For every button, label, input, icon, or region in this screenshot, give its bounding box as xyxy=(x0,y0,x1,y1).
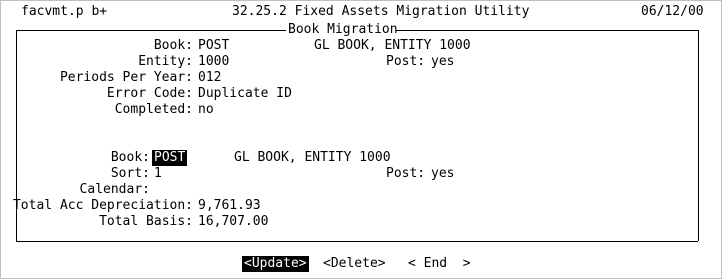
periods-value: 012 xyxy=(198,70,222,85)
book-field-description: GL BOOK, ENTITY 1000 xyxy=(234,150,391,165)
frame-bottom-border xyxy=(16,241,698,242)
post-field-label: Post: xyxy=(386,166,426,181)
book-description: GL BOOK, ENTITY 1000 xyxy=(314,38,471,53)
total-acc-depreciation-value: 9,761.93 xyxy=(198,198,261,213)
book-field-label: Book: xyxy=(110,150,150,165)
frame-top-border-left xyxy=(16,30,286,31)
sort-label: Sort: xyxy=(110,166,150,181)
frame-top-border-right xyxy=(396,30,698,31)
book-label: Book: xyxy=(153,38,193,53)
periods-label: Periods Per Year: xyxy=(59,70,193,85)
header-date: 06/12/00 xyxy=(641,4,704,19)
end-button[interactable]: < End > xyxy=(408,256,471,272)
frame-right-border xyxy=(698,30,699,241)
total-basis-label: Total Basis: xyxy=(99,214,193,229)
book-input[interactable]: POST xyxy=(152,150,188,166)
error-code-label: Error Code: xyxy=(106,86,193,101)
entity-label: Entity: xyxy=(138,54,193,69)
post-value: yes xyxy=(431,54,455,69)
delete-button[interactable]: <Delete> xyxy=(323,256,386,272)
sort-value: 1 xyxy=(154,166,162,181)
entity-value: 1000 xyxy=(198,54,230,69)
error-code-value: Duplicate ID xyxy=(198,86,292,101)
frame-caption: Book Migration xyxy=(288,22,398,37)
window-title: 32.25.2 Fixed Assets Migration Utility xyxy=(232,4,530,19)
total-basis-value: 16,707.00 xyxy=(198,214,269,229)
completed-value: no xyxy=(198,102,214,117)
book-value: POST xyxy=(198,38,230,53)
post-field-value: yes xyxy=(431,166,455,181)
total-acc-depreciation-label: Total Acc Depreciation: xyxy=(12,198,193,213)
terminal-screen: facvmt.p b+ 32.25.2 Fixed Assets Migrati… xyxy=(0,0,722,279)
post-label: Post: xyxy=(386,54,426,69)
calendar-label: Calendar: xyxy=(79,182,150,197)
program-name: facvmt.p b+ xyxy=(21,4,108,19)
update-button[interactable]: <Update> xyxy=(242,256,309,272)
completed-label: Completed: xyxy=(114,102,193,117)
